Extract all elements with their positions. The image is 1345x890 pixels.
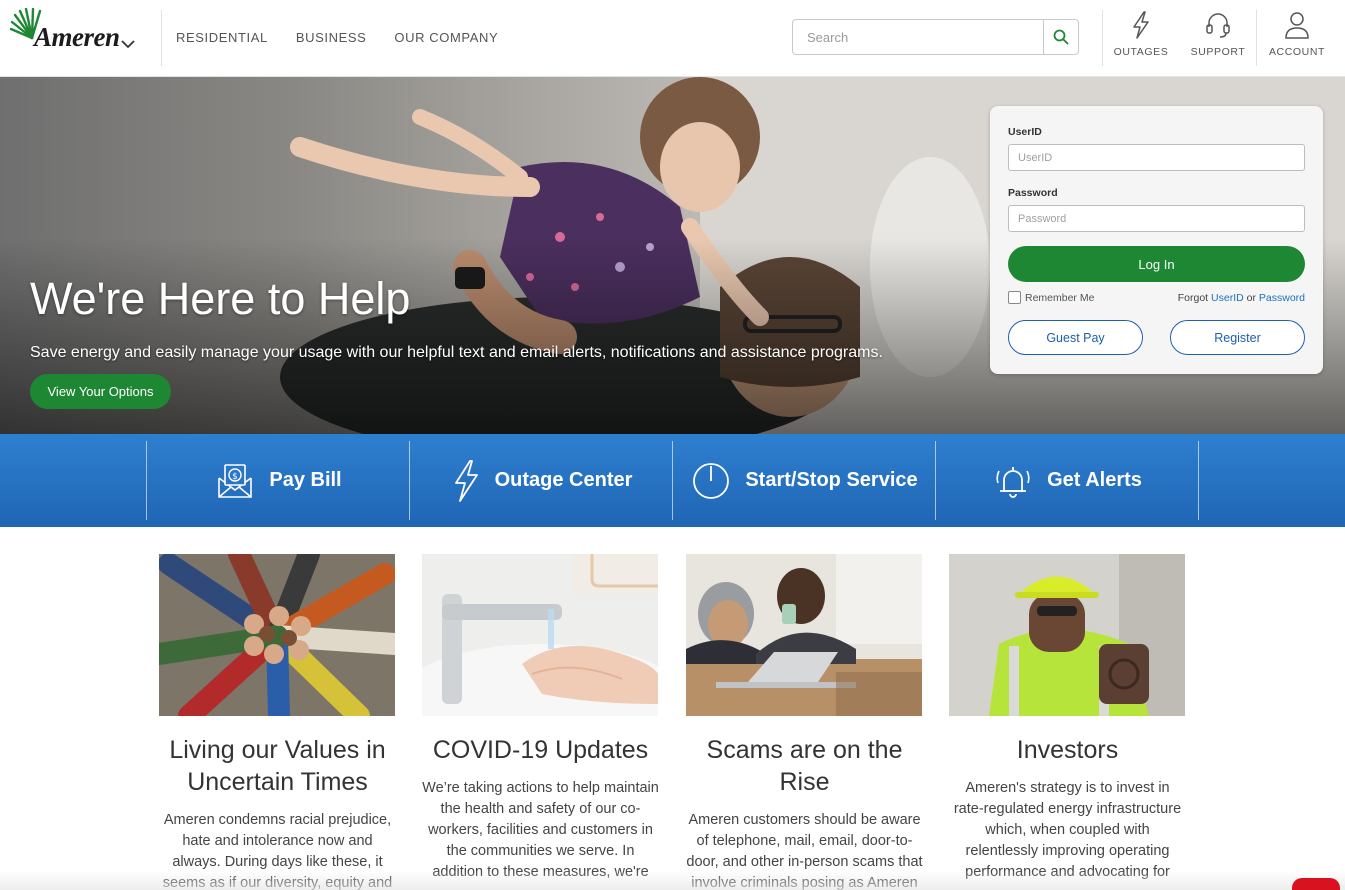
start-stop-service-link[interactable]: Start/Stop Service (673, 441, 936, 520)
register-button[interactable]: Register (1170, 320, 1305, 355)
password-field[interactable] (1008, 205, 1305, 232)
userid-label: UserID (1008, 126, 1042, 138)
site-header: Ameren RESIDENTIAL BUSINESS OUR COMPANY … (0, 0, 1345, 77)
password-label: Password (1008, 187, 1058, 199)
card-image (159, 554, 395, 716)
utility-worker-photo (949, 554, 1185, 716)
get-alerts-link[interactable]: Get Alerts (936, 441, 1199, 520)
forgot-prefix: Forgot (1177, 292, 1209, 304)
card-title: Investors (1016, 736, 1119, 764)
guest-pay-button[interactable]: Guest Pay (1008, 320, 1143, 355)
card-title: COVID-19 Updates (432, 736, 649, 764)
card-title: Scams are on the Rise (706, 736, 903, 796)
userid-field[interactable] (1008, 144, 1305, 171)
nav-business[interactable]: BUSINESS (296, 30, 367, 45)
outage-center-label: Outage Center (494, 469, 633, 491)
quick-links-bar: $ Pay Bill Outage Center Start/Stop Serv… (0, 434, 1345, 527)
couple-laptop-photo (686, 554, 922, 716)
card-image (686, 554, 922, 716)
card-text: We’re taking actions to help maintain th… (422, 780, 659, 880)
account-link[interactable]: ACCOUNT (1259, 10, 1335, 66)
start-stop-service-label: Start/Stop Service (745, 469, 918, 491)
card-scams[interactable]: Scams are on the Rise Ameren customers s… (686, 554, 923, 890)
remember-me: Remember Me (1008, 291, 1094, 304)
search-box (792, 19, 1079, 55)
handwashing-photo (422, 554, 658, 716)
brand-name: Ameren (34, 22, 120, 52)
bottom-fade (0, 870, 1345, 890)
login-button[interactable]: Log In (1008, 246, 1305, 282)
nav-our-company[interactable]: OUR COMPANY (394, 30, 498, 45)
ameren-logo[interactable]: Ameren (10, 8, 160, 64)
main-nav: RESIDENTIAL BUSINESS OUR COMPANY (176, 30, 498, 45)
chat-widget-button[interactable] (1292, 878, 1340, 890)
view-options-button[interactable]: View Your Options (30, 374, 171, 409)
hero-subtitle: Save energy and easily manage your usage… (30, 344, 883, 361)
divider (1256, 10, 1257, 66)
hands-circle-photo (159, 554, 395, 716)
card-image (949, 554, 1185, 716)
outage-center-link[interactable]: Outage Center (410, 441, 673, 520)
bill-envelope-icon: $ (218, 463, 253, 498)
lightning-icon (1133, 11, 1149, 39)
support-label: SUPPORT (1190, 46, 1246, 58)
card-values[interactable]: Living our Values in Uncertain Times Ame… (159, 554, 396, 890)
remember-me-label: Remember Me (1025, 291, 1095, 304)
card-investors[interactable]: Investors Ameren's strategy is to invest… (949, 554, 1186, 883)
support-link[interactable]: SUPPORT (1180, 10, 1256, 66)
search-icon (1053, 29, 1069, 45)
forgot-or: or (1246, 292, 1256, 304)
outages-link[interactable]: OUTAGES (1103, 10, 1179, 66)
hero-title: We're Here to Help (30, 273, 411, 324)
account-label: ACCOUNT (1268, 46, 1326, 58)
card-covid[interactable]: COVID-19 Updates We’re taking actions to… (422, 554, 659, 883)
search-input[interactable] (793, 20, 1043, 54)
card-image (422, 554, 658, 716)
svg-text:$: $ (232, 472, 238, 482)
get-alerts-label: Get Alerts (1047, 469, 1142, 491)
pay-bill-link[interactable]: $ Pay Bill (147, 441, 410, 520)
pay-bill-label: Pay Bill (269, 469, 342, 491)
divider (1198, 441, 1199, 520)
alarm-bell-icon (996, 466, 1030, 498)
lightning-icon (454, 459, 478, 502)
chevron-down-icon[interactable] (120, 38, 136, 50)
forgot-userid-link[interactable]: UserID (1211, 292, 1244, 304)
search-button[interactable] (1043, 20, 1078, 54)
nav-residential[interactable]: RESIDENTIAL (176, 30, 268, 45)
outages-label: OUTAGES (1113, 46, 1169, 58)
login-panel: UserID Password Log In Remember Me Forgo… (990, 106, 1323, 374)
power-icon (693, 462, 730, 499)
card-title: Living our Values in Uncertain Times (169, 736, 386, 796)
forgot-credentials: Forgot UserID or Password (1178, 292, 1305, 304)
user-icon (1285, 12, 1309, 39)
card-text: Ameren's strategy is to invest in rate-r… (953, 780, 1182, 880)
forgot-password-link[interactable]: Password (1259, 292, 1305, 304)
remember-me-checkbox[interactable] (1008, 291, 1021, 304)
divider (161, 10, 162, 66)
headset-icon (1206, 13, 1230, 38)
